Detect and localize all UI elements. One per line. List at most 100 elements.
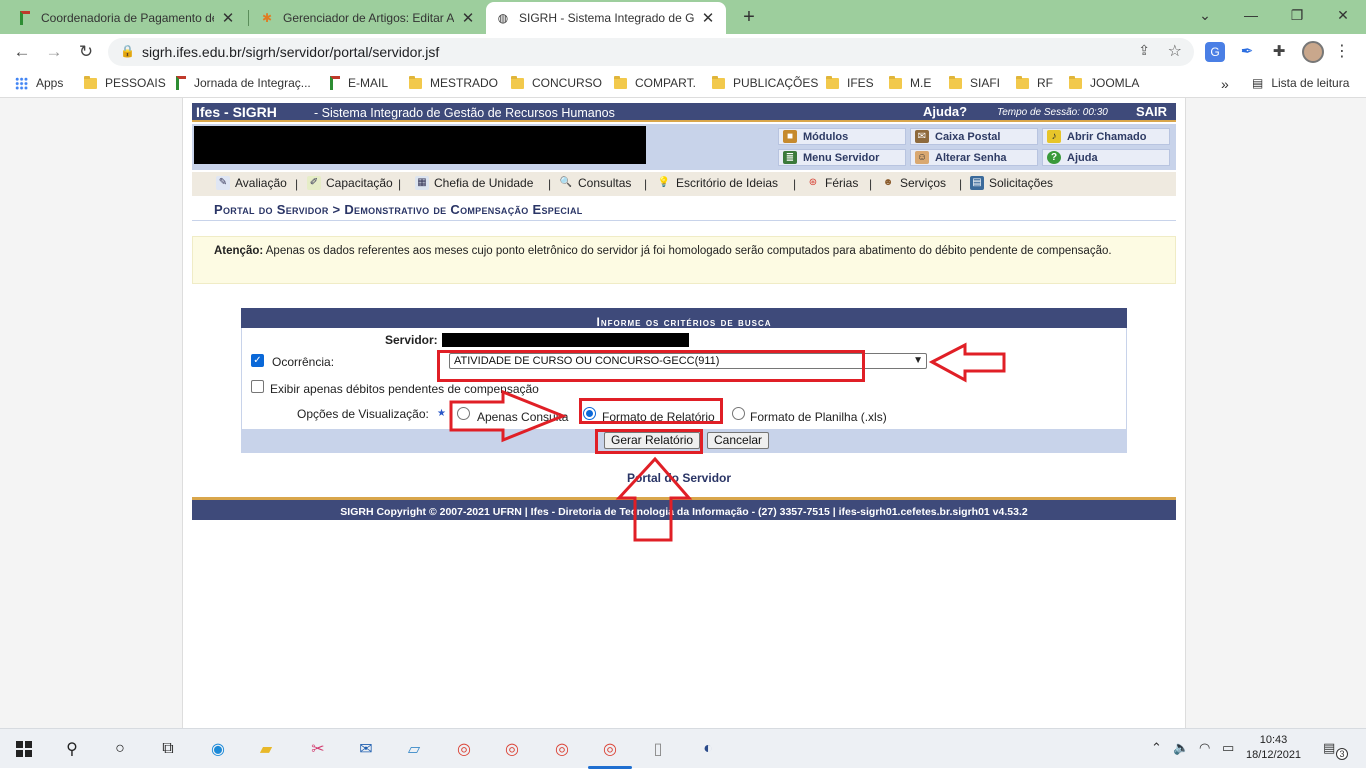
bookmark-folder[interactable]: MESTRADO xyxy=(409,75,498,90)
pen-extension-icon[interactable]: ✒ xyxy=(1237,42,1257,62)
cortana-icon[interactable]: ○ xyxy=(108,737,132,761)
bookmark-folder[interactable]: RF xyxy=(1016,75,1053,90)
chrome-icon[interactable]: ◎ xyxy=(452,737,476,761)
system-logo[interactable]: Ifes - SIGRH xyxy=(196,104,277,120)
menu-capacitacao[interactable]: ✐ Capacitação xyxy=(307,176,393,190)
bookmark-folder[interactable]: SIAFI xyxy=(949,75,1000,90)
bookmark-jornada[interactable]: Jornada de Integraç... xyxy=(176,76,311,90)
cancel-button[interactable]: Cancelar xyxy=(707,432,770,449)
pending-only-checkbox[interactable] xyxy=(251,380,264,393)
browser-menu-icon[interactable]: ⋮ xyxy=(1334,41,1350,61)
reading-list-button[interactable]: ▤ Lista de leitura xyxy=(1252,76,1349,90)
tab-title: Coordenadoria de Pagamento de xyxy=(41,11,214,25)
mail-icon[interactable]: ✉ xyxy=(354,737,378,761)
menu-label: Serviços xyxy=(900,176,947,190)
file-explorer-icon[interactable]: ▰ xyxy=(254,737,278,761)
keyboard-language-icon[interactable]: ▭ xyxy=(1222,740,1234,756)
wifi-icon[interactable]: ◠ xyxy=(1199,740,1210,756)
menu-separator: | xyxy=(793,177,797,191)
folder-icon xyxy=(1016,75,1029,89)
url-text[interactable]: sigrh.ifes.edu.br/sigrh/servidor/portal/… xyxy=(142,44,439,60)
lock-icon[interactable]: 🔒 xyxy=(120,44,135,58)
close-window-button[interactable]: ✕ xyxy=(1320,0,1366,32)
menu-chefia[interactable]: ▦ Chefia de Unidade xyxy=(415,176,533,190)
clock-time: 10:43 xyxy=(1259,734,1288,746)
bookmarks-overflow-button[interactable]: » xyxy=(1221,76,1229,92)
close-tab-icon[interactable]: ✕ xyxy=(220,9,236,27)
menu-label: Capacitação xyxy=(326,176,393,190)
bookmark-email[interactable]: E-MAIL xyxy=(330,76,388,90)
restore-button[interactable]: ❐ xyxy=(1274,0,1320,32)
back-arrow-icon[interactable]: ← xyxy=(10,40,34,64)
snipping-tool-icon[interactable]: ✂ xyxy=(306,737,330,761)
change-password-link[interactable]: ☺ Alterar Senha xyxy=(910,149,1038,166)
tab-coordenadoria[interactable]: Coordenadoria de Pagamento de ✕ xyxy=(8,2,246,34)
view-option-planilha-label[interactable]: Formato de Planilha (.xls) xyxy=(750,410,887,424)
tab-search-button[interactable]: ⌄ xyxy=(1182,0,1228,32)
modules-link[interactable]: ■ Módulos xyxy=(778,128,906,145)
reload-icon[interactable]: ↻ xyxy=(74,40,98,64)
menu-escritorio-ideias[interactable]: 💡 Escritório de Ideias xyxy=(657,176,778,190)
notes-app-icon[interactable]: ▱ xyxy=(402,737,426,761)
new-tab-button[interactable]: + xyxy=(738,4,760,30)
server-menu-link[interactable]: ≣ Menu Servidor xyxy=(778,149,906,166)
ifes-favicon-icon xyxy=(176,76,186,90)
mailbox-icon: ✉ xyxy=(915,130,929,143)
address-bar[interactable]: 🔒 sigrh.ifes.edu.br/sigrh/servidor/porta… xyxy=(108,38,1194,66)
bookmark-folder[interactable]: PUBLICAÇÕES xyxy=(712,75,818,90)
folder-icon xyxy=(826,75,839,89)
bookmark-label: Apps xyxy=(36,76,64,90)
menu-avaliacao[interactable]: ✎ Avaliação xyxy=(216,176,287,190)
edge-browser-icon[interactable]: ◉ xyxy=(206,737,230,761)
bookmark-folder[interactable]: M.E xyxy=(889,75,932,90)
bookmark-folder[interactable]: CONCURSO xyxy=(511,75,602,90)
tab-gerenciador[interactable]: ✱ Gerenciador de Artigos: Editar Ar ✕ xyxy=(250,2,486,34)
task-view-icon[interactable]: ⧉ xyxy=(156,737,180,761)
search-icon[interactable]: ⚲ xyxy=(60,737,84,761)
profile-avatar[interactable] xyxy=(1302,41,1324,63)
view-option-planilha-radio[interactable] xyxy=(732,407,745,420)
menu-servicos[interactable]: ☻ Serviços xyxy=(881,176,946,190)
attention-notice: Atenção: Apenas os dados referentes aos … xyxy=(192,236,1176,284)
bookmark-folder[interactable]: COMPART. xyxy=(614,75,696,90)
logout-link[interactable]: SAIR xyxy=(1136,104,1167,119)
annotation-box-report-format xyxy=(579,398,723,424)
windows-start-icon[interactable] xyxy=(12,737,36,761)
chrome-icon[interactable]: ◎ xyxy=(550,737,574,761)
clock-date: 18/12/2021 xyxy=(1246,749,1302,761)
close-tab-icon[interactable]: ✕ xyxy=(700,9,716,27)
menu-ferias[interactable]: ⊛ Férias xyxy=(806,176,859,190)
minimize-button[interactable]: — xyxy=(1228,0,1274,32)
bookmark-folder[interactable]: JOOMLA xyxy=(1069,75,1139,90)
bookmark-label: RF xyxy=(1037,76,1053,90)
media-app-icon[interactable]: ◐ xyxy=(696,737,720,761)
extensions-puzzle-icon[interactable]: ✚ xyxy=(1269,42,1289,62)
share-icon[interactable]: ⇪ xyxy=(1138,42,1150,59)
bookmark-label: M.E xyxy=(910,76,932,90)
help-link[interactable]: Ajuda? xyxy=(923,104,967,119)
bookmark-folder[interactable]: IFES xyxy=(826,75,874,90)
volume-icon[interactable]: 🔈 xyxy=(1173,740,1189,756)
forward-arrow-icon[interactable]: → xyxy=(42,40,66,64)
menu-solicitacoes[interactable]: ▤ Solicitações xyxy=(970,176,1053,190)
open-ticket-link[interactable]: ♪ Abrir Chamado xyxy=(1042,128,1170,145)
menu-consultas[interactable]: 🔍 Consultas xyxy=(559,176,632,190)
close-tab-icon[interactable]: ✕ xyxy=(460,9,476,27)
page-left-gutter xyxy=(0,98,182,728)
form-icon: ▤ xyxy=(970,176,984,190)
bookmark-star-icon[interactable]: ☆ xyxy=(1168,41,1182,61)
menu-label: Férias xyxy=(825,176,859,190)
translate-extension-icon[interactable]: G xyxy=(1205,42,1225,62)
chrome-active-icon[interactable]: ◎ xyxy=(598,737,622,761)
bookmark-folder[interactable]: PESSOAIS xyxy=(84,75,166,90)
system-clock[interactable]: 10:43 18/12/2021 xyxy=(1246,733,1301,763)
tray-chevron-up-icon[interactable]: ⌃ xyxy=(1151,740,1162,756)
document-icon[interactable]: ▯ xyxy=(646,737,670,761)
chrome-icon[interactable]: ◎ xyxy=(500,737,524,761)
bookmark-apps[interactable]: Apps xyxy=(15,76,63,90)
tab-sigrh[interactable]: ◍ SIGRH - Sistema Integrado de Ge ✕ xyxy=(486,2,726,34)
help-quick-link[interactable]: ? Ajuda xyxy=(1042,149,1170,166)
mailbox-link[interactable]: ✉ Caixa Postal xyxy=(910,128,1038,145)
occurrence-checkbox[interactable]: ✓ xyxy=(251,354,264,367)
notifications-icon[interactable]: ▤ xyxy=(1323,740,1335,756)
